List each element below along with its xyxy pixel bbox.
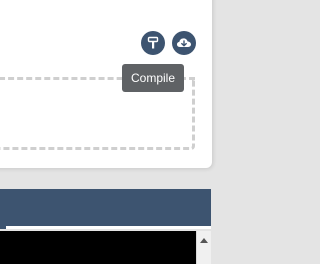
compile-tooltip: Compile [122,64,184,92]
scroll-up-arrow-icon[interactable] [200,238,208,243]
tab-config-xml[interactable]: CONFIG.XML [6,0,211,40]
editor-scrollbar[interactable] [196,231,211,264]
app-stage: Compile CONFIG.XML [0,0,300,264]
active-tab-indicator [6,226,211,229]
file-tab-bar [0,189,211,229]
code-editor[interactable] [0,231,196,264]
